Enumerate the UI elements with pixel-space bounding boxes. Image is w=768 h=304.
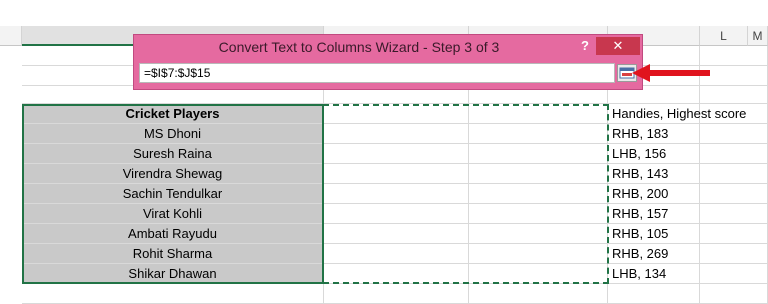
cell[interactable] [324,204,469,224]
cell[interactable] [700,144,768,164]
cell[interactable] [469,164,608,184]
cell[interactable] [700,164,768,184]
table-row: Shikar Dhawan LHB, 134 [22,264,768,284]
stats-cell[interactable]: RHB, 200 [608,184,700,204]
cell[interactable] [700,264,768,284]
stats-cell[interactable]: RHB, 157 [608,204,700,224]
cell[interactable] [22,284,324,304]
cell[interactable] [469,224,608,244]
column-header[interactable] [0,26,22,46]
table-row: MS Dhoni RHB, 183 [22,124,768,144]
cell[interactable] [469,284,608,304]
cell[interactable] [324,244,469,264]
cell[interactable] [469,144,608,164]
cell[interactable] [700,284,768,304]
table-row: Cricket Players Handies, Highest score [22,104,768,124]
table-row: Virat Kohli RHB, 157 [22,204,768,224]
cell[interactable] [700,204,768,224]
dialog-title: Convert Text to Columns Wizard - Step 3 … [218,39,500,55]
stats-cell[interactable]: LHB, 156 [608,144,700,164]
cell[interactable] [700,184,768,204]
table-row: Suresh Raina LHB, 156 [22,144,768,164]
player-cell[interactable]: Shikar Dhawan [22,264,324,284]
cricket-players-header-cell[interactable]: Cricket Players [22,104,324,124]
help-button[interactable]: ? [574,37,596,55]
cell[interactable] [469,104,608,124]
player-cell[interactable]: Ambati Rayudu [22,224,324,244]
cell[interactable] [700,104,768,124]
cell[interactable] [324,184,469,204]
convert-text-to-columns-dialog[interactable]: Convert Text to Columns Wizard - Step 3 … [133,34,643,90]
stats-cell[interactable]: RHB, 105 [608,224,700,244]
cell[interactable] [324,104,469,124]
table-row: Virendra Shewag RHB, 143 [22,164,768,184]
player-cell[interactable]: MS Dhoni [22,124,324,144]
stats-cell[interactable]: RHB, 183 [608,124,700,144]
cell[interactable] [700,124,768,144]
j-header-cell[interactable]: Handies, Highest score [608,104,746,124]
stats-cell[interactable]: RHB, 143 [608,164,700,184]
cell[interactable] [324,144,469,164]
cell[interactable] [469,264,608,284]
player-cell[interactable]: Virat Kohli [22,204,324,224]
column-header-m[interactable]: M [748,26,768,46]
cell[interactable] [324,224,469,244]
cell[interactable] [324,124,469,144]
table-row [22,284,768,304]
cell[interactable] [469,204,608,224]
close-button[interactable]: ✕ [596,37,640,55]
cell[interactable] [608,284,700,304]
cell[interactable] [469,244,608,264]
stats-cell[interactable]: LHB, 134 [608,264,700,284]
cell[interactable] [700,244,768,264]
table-row: Sachin Tendulkar RHB, 200 [22,184,768,204]
cell[interactable] [469,184,608,204]
column-header-l[interactable]: L [700,26,748,46]
player-cell[interactable]: Virendra Shewag [22,164,324,184]
cell[interactable] [700,86,768,104]
cell[interactable] [324,264,469,284]
cell[interactable] [324,284,469,304]
red-arrow-icon [632,64,710,82]
stats-cell[interactable]: RHB, 269 [608,244,700,264]
table-row: Rohit Sharma RHB, 269 [22,244,768,264]
cell[interactable] [469,124,608,144]
cell[interactable] [700,224,768,244]
destination-reference-input[interactable]: =$I$7:$J$15 [139,63,615,83]
player-cell[interactable]: Sachin Tendulkar [22,184,324,204]
player-cell[interactable]: Suresh Raina [22,144,324,164]
table-row: Ambati Rayudu RHB, 105 [22,224,768,244]
cell[interactable] [324,164,469,184]
player-cell[interactable]: Rohit Sharma [22,244,324,264]
